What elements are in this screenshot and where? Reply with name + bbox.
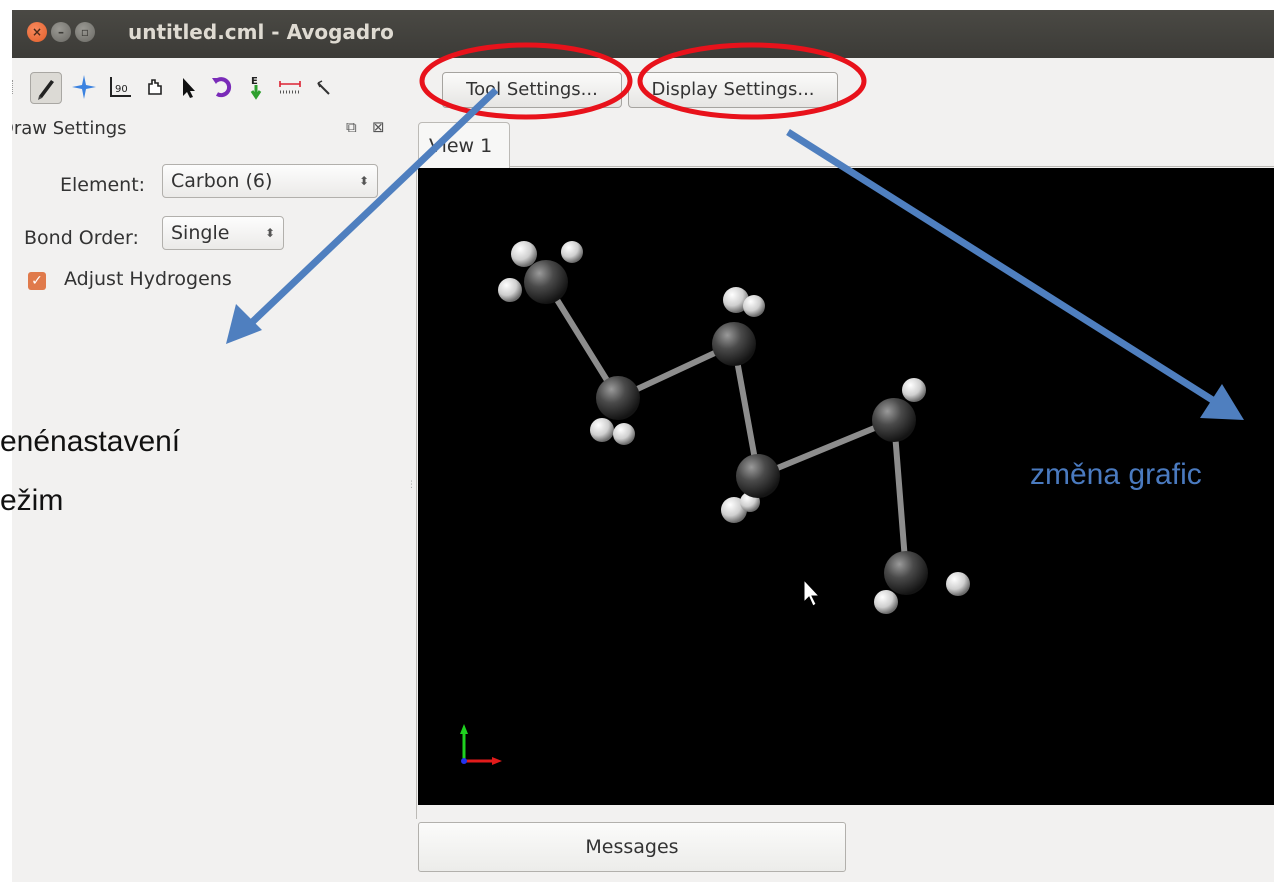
arrow-to-dock [243, 87, 499, 331]
tool-settings-highlight [419, 42, 633, 120]
annotation-overlay [226, 42, 1244, 420]
annotation-left-line2: ežim [0, 484, 64, 517]
arrow-to-right [786, 129, 1224, 409]
display-settings-highlight [637, 42, 867, 120]
annotation-right-text: změna grafic [1030, 458, 1202, 491]
annotation-left-line1: enénastavení [0, 425, 181, 458]
